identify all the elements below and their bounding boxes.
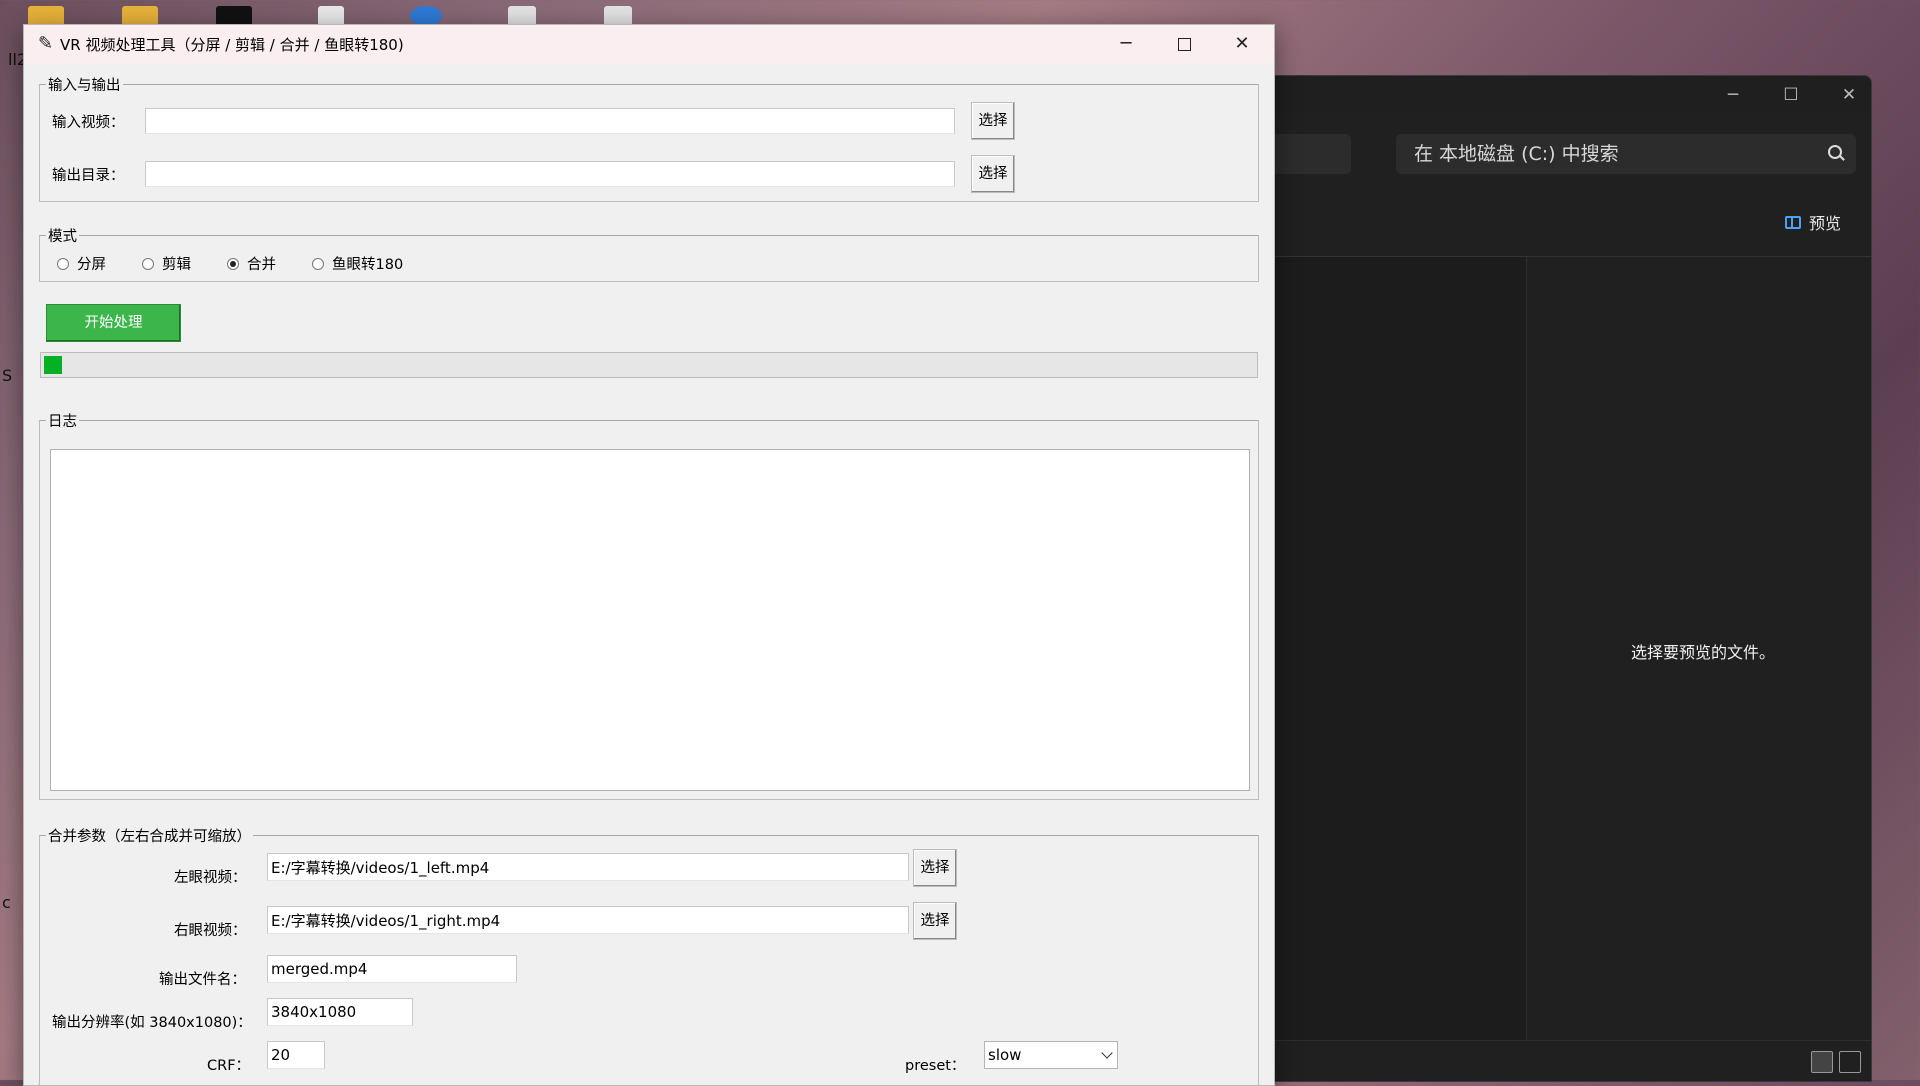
mode-radio-label: 剪辑 [162,257,191,273]
maximize-button[interactable] [1156,25,1212,63]
desktop-icons-strip [0,0,700,26]
output-dir-field[interactable] [145,161,955,187]
start-processing-button[interactable]: 开始处理 [46,304,181,342]
left-eye-field[interactable] [267,853,909,881]
preview-pane-button[interactable]: 预览 [1784,210,1841,234]
details-view-icon[interactable] [1811,1051,1833,1073]
output-browse-button[interactable]: 选择 [971,155,1015,193]
right-eye-field[interactable] [267,906,909,934]
explorer-close-button[interactable]: ✕ [1829,82,1869,108]
preview-pane-icon [1784,215,1801,229]
io-group-legend: 输入与输出 [48,78,121,94]
folder-icon[interactable] [28,6,64,26]
document-icon[interactable] [604,6,632,26]
explorer-status-bar [1251,1040,1871,1081]
output-resolution-field[interactable] [267,998,413,1026]
mode-radio-split[interactable]: 分屏 [57,253,106,274]
app-icon[interactable] [216,6,252,26]
output-filename-label: 输出文件名： [159,972,246,988]
log-group-legend: 日志 [48,414,77,430]
window-titlebar: ✎ VR 视频处理工具（分屏 / 剪辑 / 合并 / 鱼眼转180) ─ ✕ [24,25,1274,63]
preview-empty-message: 选择要预览的文件。 [1631,643,1776,662]
progress-bar-fill [44,356,62,374]
explorer-titlebar: ─ ☐ ✕ [1251,76,1871,114]
progress-bar [40,352,1258,378]
input-video-label: 输入视频： [52,115,125,131]
search-icon[interactable] [1828,145,1842,159]
explorer-toolbar: 预览 [1251,186,1871,257]
mode-group: 模式 [39,225,1259,282]
crf-label: CRF： [207,1058,251,1074]
output-resolution-label: 输出分辨率(如 3840x1080)： [52,1015,252,1031]
chevron-down-icon[interactable] [1101,1047,1113,1059]
folder-icon[interactable] [122,6,158,26]
radio-indicator [312,257,324,270]
mode-group-legend: 模式 [48,229,77,245]
tiles-view-icon[interactable] [1839,1051,1861,1073]
preset-select[interactable]: slow [984,1041,1118,1069]
radio-indicator [57,257,69,270]
document-icon[interactable] [508,6,536,26]
desktop-edge-text: c [2,893,11,912]
output-dir-label: 输出目录： [52,168,125,184]
left-eye-label: 左眼视频： [174,870,247,886]
left-eye-browse-button[interactable]: 选择 [913,849,957,887]
explorer-maximize-button[interactable]: ☐ [1771,82,1811,108]
crf-field[interactable] [267,1041,325,1069]
log-group: 日志 [39,410,1259,800]
merge-params-legend: 合并参数（左右合成并可缩放） [48,829,251,845]
close-button[interactable]: ✕ [1214,25,1270,63]
minimize-button[interactable]: ─ [1098,25,1154,63]
mode-radio-fisheye[interactable]: 鱼眼转180 [312,253,403,274]
explorer-minimize-button[interactable]: ─ [1713,82,1753,108]
right-eye-browse-button[interactable]: 选择 [913,902,957,940]
explorer-search-box[interactable]: 在 本地磁盘 (C:) 中搜索 [1396,134,1856,174]
log-textbox[interactable] [50,449,1250,791]
radio-indicator [142,257,154,270]
window-title: VR 视频处理工具（分屏 / 剪辑 / 合并 / 鱼眼转180) [60,36,404,54]
maximize-icon [1177,37,1191,51]
explorer-file-list[interactable] [1251,257,1527,1041]
mode-radio-label: 合并 [247,257,276,273]
input-browse-button[interactable]: 选择 [971,102,1015,140]
output-filename-field[interactable] [267,955,517,983]
explorer-search-placeholder: 在 本地磁盘 (C:) 中搜索 [1414,143,1619,165]
preset-select-value: slow [988,1046,1022,1064]
shield-app-icon[interactable] [410,6,442,26]
vr-tool-window: ✎ VR 视频处理工具（分屏 / 剪辑 / 合并 / 鱼眼转180) ─ ✕ 输… [23,24,1275,1086]
mode-radio-merge[interactable]: 合并 [227,253,276,274]
preset-label: preset： [905,1058,966,1074]
mode-radio-label: 分屏 [77,257,106,273]
right-eye-label: 右眼视频： [174,923,247,939]
mode-radio-trim[interactable]: 剪辑 [142,253,191,274]
preview-pane-label: 预览 [1808,214,1841,233]
desktop-edge-text: S [2,366,13,385]
radio-indicator-selected [227,257,239,270]
document-icon[interactable] [318,6,344,26]
input-video-field[interactable] [145,108,955,134]
mode-radio-label: 鱼眼转180 [332,257,404,273]
file-explorer-window: ─ ☐ ✕ 在 本地磁盘 (C:) 中搜索 预览 选择要预览的文件。 [1250,75,1872,1082]
feather-app-icon: ✎ [38,33,54,54]
